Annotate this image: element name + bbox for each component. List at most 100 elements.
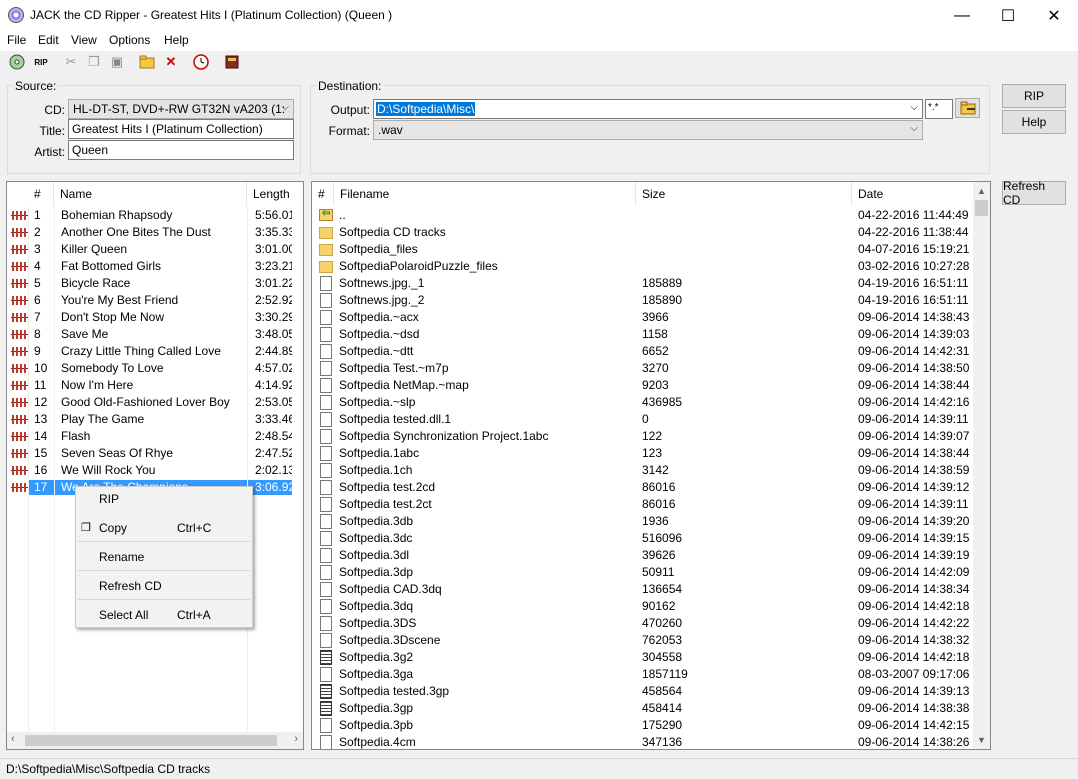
copy-icon[interactable]: ❐ — [85, 53, 103, 71]
track-row[interactable]: 13 Play The Game 3:33.46 — [7, 411, 303, 428]
track-row[interactable]: 3 Killer Queen 3:01.00 — [7, 241, 303, 258]
file-row[interactable]: Softpedia Synchronization Project.1abc 12… — [312, 428, 973, 445]
file-row[interactable]: ⇦.. 04-22-2016 11:44:49 — [312, 207, 973, 224]
audio-wave-icon — [11, 398, 29, 407]
date-header[interactable]: Date — [852, 182, 974, 206]
audio-wave-icon — [11, 483, 29, 492]
file-row[interactable]: Softpedia.1ch 3142 09-06-2014 14:38:59 — [312, 462, 973, 479]
track-row[interactable]: 15 Seven Seas Of Rhye 2:47.52 — [7, 445, 303, 462]
file-icon — [320, 548, 332, 563]
track-row[interactable]: 2 Another One Bites The Dust 3:35.33 — [7, 224, 303, 241]
delete-icon[interactable]: ✕ — [162, 53, 180, 71]
cd-drive-value: HL-DT-ST, DVD+-RW GT32N vA203 (1: — [73, 102, 286, 116]
chevron-down-icon[interactable]: ▼ — [977, 735, 986, 745]
track-row[interactable]: 4 Fat Bottomed Girls 3:23.21 — [7, 258, 303, 275]
browse-folder-button[interactable] — [955, 98, 980, 118]
format-select[interactable]: .wav ⌵ — [373, 120, 923, 140]
scrollbar-thumb[interactable] — [25, 735, 277, 746]
context-rip[interactable]: RIP — [76, 489, 252, 509]
maximize-button[interactable]: ☐ — [985, 0, 1031, 31]
size-header[interactable]: Size — [636, 182, 852, 206]
file-row[interactable]: Softpedia_files 04-07-2016 15:19:21 — [312, 241, 973, 258]
file-row[interactable]: Softpedia.~dsd 1158 09-06-2014 14:39:03 — [312, 326, 973, 343]
file-row[interactable]: Softpedia.3g2 304558 09-06-2014 14:42:18 — [312, 649, 973, 666]
track-number-header[interactable]: # — [28, 182, 54, 206]
file-row[interactable]: Softpedia.~slp 436985 09-06-2014 14:42:16 — [312, 394, 973, 411]
file-row[interactable]: Softpedia CD tracks 04-22-2016 11:38:44 — [312, 224, 973, 241]
menu-edit[interactable]: Edit — [38, 33, 59, 47]
track-row[interactable]: 11 Now I'm Here 4:14.92 — [7, 377, 303, 394]
minimize-button[interactable]: — — [939, 0, 985, 31]
track-row[interactable]: 14 Flash 2:48.54 — [7, 428, 303, 445]
file-row[interactable]: Softpedia Test.~m7p 3270 09-06-2014 14:38:… — [312, 360, 973, 377]
file-row[interactable]: Softpedia.3dc 516096 09-06-2014 14:39:15 — [312, 530, 973, 547]
artist-input[interactable]: Queen — [68, 140, 294, 160]
close-button[interactable]: ✕ — [1031, 0, 1077, 31]
file-row[interactable]: Softpedia.4cm 347136 09-06-2014 14:38:26 — [312, 734, 973, 749]
file-row[interactable]: Softpedia.3dq 90162 09-06-2014 14:42:18 — [312, 598, 973, 615]
context-refresh-cd[interactable]: Refresh CD — [76, 576, 252, 596]
file-date: 09-06-2014 14:42:31 — [858, 344, 970, 358]
menu-file[interactable]: File — [7, 33, 26, 47]
context-select-all[interactable]: Select All Ctrl+A — [76, 605, 252, 625]
chevron-up-icon[interactable]: ▲ — [977, 186, 986, 196]
cd-drive-select[interactable]: HL-DT-ST, DVD+-RW GT32N vA203 (1: ⌵ — [68, 99, 294, 119]
rip-icon[interactable]: RIP — [30, 53, 52, 71]
track-row[interactable]: 8 Save Me 3:48.05 — [7, 326, 303, 343]
clock-icon[interactable] — [192, 53, 210, 71]
files-vertical-scrollbar[interactable]: ▲ ▼ — [973, 182, 990, 749]
file-row[interactable]: Softpedia.3ga 1857119 08-03-2007 09:17:06 — [312, 666, 973, 683]
file-row[interactable]: Softpedia.3dp 50911 09-06-2014 14:42:09 — [312, 564, 973, 581]
track-row[interactable]: 1 Bohemian Rhapsody 5:56.01 — [7, 207, 303, 224]
file-row[interactable]: Softpedia.3Dscene 762053 09-06-2014 14:38:… — [312, 632, 973, 649]
file-row[interactable]: Softpedia.3DS 470260 09-06-2014 14:42:22 — [312, 615, 973, 632]
track-length-header[interactable]: Length — [247, 182, 303, 206]
file-row[interactable]: Softpedia.3gp 458414 09-06-2014 14:38:38 — [312, 700, 973, 717]
filename-header[interactable]: Filename — [334, 182, 636, 206]
album-title-input[interactable]: Greatest Hits I (Platinum Collection) — [68, 119, 294, 139]
track-name-header[interactable]: Name — [54, 182, 247, 206]
track-row[interactable]: 5 Bicycle Race 3:01.22 — [7, 275, 303, 292]
track-row[interactable]: 7 Don't Stop Me Now 3:30.29 — [7, 309, 303, 326]
file-row[interactable]: Softpedia tested.3gp 458564 09-06-2014 14:… — [312, 683, 973, 700]
book-icon[interactable] — [223, 53, 241, 71]
help-button[interactable]: Help — [1002, 110, 1066, 134]
file-row[interactable]: Softpedia.3pb 175290 09-06-2014 14:42:15 — [312, 717, 973, 734]
track-row[interactable]: 10 Somebody To Love 4:57.02 — [7, 360, 303, 377]
rip-button[interactable]: RIP — [1002, 84, 1066, 108]
file-row[interactable]: SoftpediaPolaroidPuzzle_files 03-02-2016 … — [312, 258, 973, 275]
output-path-input[interactable]: D:\Softpedia\Misc\ ⌵ — [373, 99, 923, 119]
refresh-cd-button[interactable]: Refresh CD — [1002, 179, 1066, 207]
chevron-right-icon[interactable]: › — [294, 733, 298, 745]
file-row[interactable]: Softpedia.~dtt 6652 09-06-2014 14:42:31 — [312, 343, 973, 360]
track-row[interactable]: 16 We Will Rock You 2:02.13 — [7, 462, 303, 479]
context-rename[interactable]: Rename — [76, 547, 252, 567]
file-row[interactable]: Softpedia.3dl 39626 09-06-2014 14:39:19 — [312, 547, 973, 564]
file-row[interactable]: Softpedia tested.dll.1 0 09-06-2014 14:39:… — [312, 411, 973, 428]
file-row[interactable]: Softpedia CAD.3dq 136654 09-06-2014 14:38:… — [312, 581, 973, 598]
file-row[interactable]: Softnews.jpg._1 185889 04-19-2016 16:51:11 — [312, 275, 973, 292]
track-row[interactable]: 6 You're My Best Friend 2:52.92 — [7, 292, 303, 309]
file-row[interactable]: Softpedia test.2ct 86016 09-06-2014 14:39:… — [312, 496, 973, 513]
file-row[interactable]: Softpedia.~acx 3966 09-06-2014 14:38:43 — [312, 309, 973, 326]
context-copy[interactable]: ❐ Copy Ctrl+C — [76, 518, 252, 538]
file-number-header[interactable]: # — [312, 182, 334, 206]
track-row[interactable]: 12 Good Old-Fashioned Lover Boy 2:53.05 — [7, 394, 303, 411]
file-row[interactable]: Softnews.jpg._2 185890 04-19-2016 16:51:11 — [312, 292, 973, 309]
tracks-horizontal-scrollbar[interactable]: ‹ › — [7, 732, 303, 749]
file-row[interactable]: Softpedia test.2cd 86016 09-06-2014 14:39:… — [312, 479, 973, 496]
file-row[interactable]: Softpedia NetMap.~map 9203 09-06-2014 14:3… — [312, 377, 973, 394]
menu-help[interactable]: Help — [164, 33, 189, 47]
cd-icon[interactable] — [8, 53, 26, 71]
chevron-left-icon[interactable]: ‹ — [11, 733, 15, 745]
menu-options[interactable]: Options — [109, 33, 150, 47]
scrollbar-thumb[interactable] — [975, 200, 988, 216]
file-row[interactable]: Softpedia.3db 1936 09-06-2014 14:39:20 — [312, 513, 973, 530]
folder-icon[interactable] — [138, 53, 156, 71]
menu-view[interactable]: View — [71, 33, 97, 47]
cut-icon[interactable]: ✂ — [62, 53, 80, 71]
paste-icon[interactable]: ▣ — [108, 53, 126, 71]
file-row[interactable]: Softpedia.1abc 123 09-06-2014 14:38:44 — [312, 445, 973, 462]
file-mask-input[interactable]: *.* — [925, 99, 953, 119]
track-row[interactable]: 9 Crazy Little Thing Called Love 2:44.89 — [7, 343, 303, 360]
